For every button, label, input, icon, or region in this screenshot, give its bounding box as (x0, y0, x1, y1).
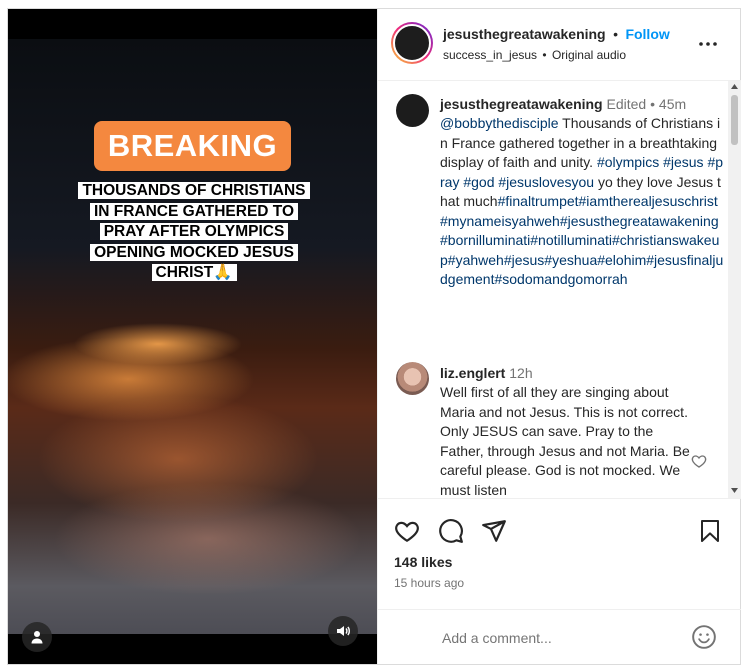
caption-author-avatar[interactable] (396, 94, 429, 127)
sub-separator: • (542, 48, 547, 62)
add-comment-bar (378, 609, 741, 665)
video-headline: THOUSANDS OF CHRISTIANS IN FRANCE GATHER… (72, 181, 316, 284)
comment-text: Well first of all they are singing about… (440, 384, 690, 498)
caption-username[interactable]: jesusthegreatawakening (440, 96, 603, 112)
caption-mention[interactable]: @bobbythedisciple (440, 115, 559, 131)
post-header: jesusthegreatawakening • Follow success_… (378, 9, 741, 81)
post-details-panel: jesusthegreatawakening • Follow success_… (377, 9, 741, 664)
audio-toggle-button[interactable] (328, 616, 358, 646)
user-icon (31, 631, 43, 644)
comments-list[interactable]: jesusthegreatawakening Edited • 45m @bob… (378, 81, 728, 498)
add-comment-input[interactable] (440, 624, 684, 652)
comments-scrollbar[interactable] (728, 81, 741, 498)
more-horizontal-icon (699, 42, 717, 46)
post-dialog: BREAKING THOUSANDS OF CHRISTIANS IN FRAN… (7, 8, 741, 665)
follow-button[interactable]: Follow (625, 26, 669, 42)
emoji-icon (692, 625, 716, 649)
comment-item: liz.englert 12h Well first of all they a… (440, 364, 690, 498)
likes-count[interactable]: 148 likes (394, 554, 452, 570)
heart-icon (395, 521, 419, 543)
scrollbar-thumb[interactable] (731, 95, 738, 145)
author-avatar[interactable] (391, 22, 433, 64)
comment-like-button[interactable] (691, 453, 707, 469)
caption-separator: • (650, 96, 656, 112)
collab-username[interactable]: success_in_jesus (443, 48, 537, 62)
author-username[interactable]: jesusthegreatawakening (443, 26, 606, 42)
commenter-username[interactable]: liz.englert (440, 365, 505, 381)
caption-text: @bobbythedisciple Thousands of Christian… (440, 115, 724, 287)
comment-time[interactable]: 12h (509, 365, 532, 381)
save-button[interactable] (698, 518, 722, 544)
caption-time[interactable]: 45m (659, 96, 686, 112)
emoji-button[interactable] (691, 624, 717, 650)
caption: jesusthegreatawakening Edited • 45m @bob… (440, 95, 725, 290)
scroll-down-icon[interactable] (731, 488, 738, 493)
post-video[interactable]: BREAKING THOUSANDS OF CHRISTIANS IN FRAN… (8, 9, 377, 664)
like-button[interactable] (394, 518, 420, 544)
breaking-badge: BREAKING (94, 121, 291, 171)
comment-button[interactable] (438, 518, 464, 544)
caption-edited: Edited (606, 96, 647, 112)
header-separator: • (613, 26, 618, 42)
scroll-up-icon[interactable] (731, 84, 738, 89)
more-options-button[interactable] (696, 35, 720, 53)
speaker-icon (337, 626, 350, 636)
send-icon (482, 520, 506, 542)
share-button[interactable] (481, 518, 507, 544)
commenter-avatar[interactable] (396, 362, 429, 395)
bookmark-icon (701, 520, 719, 542)
audio-link[interactable]: Original audio (552, 48, 626, 62)
post-timestamp[interactable]: 15 hours ago (394, 576, 464, 590)
post-actions: 148 likes 15 hours ago (378, 498, 741, 599)
tagged-users-button[interactable] (22, 622, 52, 652)
comment-icon (439, 519, 463, 543)
heart-icon (691, 455, 707, 468)
